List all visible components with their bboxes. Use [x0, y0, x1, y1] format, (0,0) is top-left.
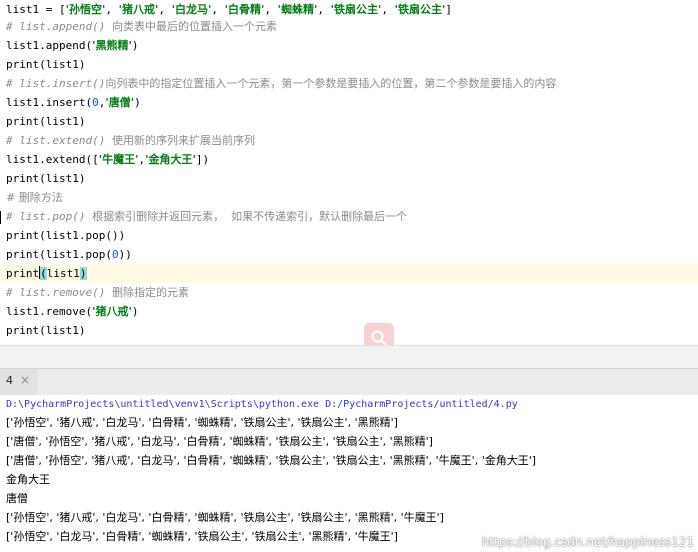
- code-line-print: print(list1): [6, 58, 86, 71]
- watermark-text: https://blog.csdn.net/happiness121: [481, 535, 694, 549]
- console-command-line[interactable]: D:\PycharmProjects\untitled\venv1\Script…: [6, 395, 518, 414]
- console-output-line: ['唐僧', '孙悟空', '猪八戒', '白龙马', '白骨精', '蜘蛛精'…: [6, 435, 433, 448]
- code-line-print: print(list1): [6, 172, 86, 185]
- console-output-line: ['唐僧', '孙悟空', '猪八戒', '白龙马', '白骨精', '蜘蛛精'…: [6, 454, 537, 467]
- run-tab[interactable]: 4 ×: [0, 369, 38, 395]
- code-line-append: list1.append('黑熊精'): [6, 39, 139, 52]
- code-line-remove: list1.remove('猪八戒'): [6, 305, 139, 318]
- gutter-caret: [0, 211, 1, 224]
- console-output-line: 金角大王: [6, 473, 50, 486]
- console-output-line: ['孙悟空', '白龙马', '白骨精', '蜘蛛精', '铁扇公主', '铁扇…: [6, 530, 398, 543]
- code-line-print: print(list1): [6, 115, 86, 128]
- code-comment-insert: # list.insert()向列表中的指定位置插入一个元素，第一个参数是要插入…: [6, 77, 557, 90]
- code-line-pop: print(list1.pop()): [6, 229, 126, 242]
- code-comment-remove: # list.remove() 删除指定的元素: [6, 286, 189, 299]
- console-output-line: ['孙悟空', '猪八戒', '白龙马', '白骨精', '蜘蛛精', '铁扇公…: [6, 416, 398, 429]
- code-line-extend: list1.extend(['牛魔王','金角大王']): [6, 153, 210, 166]
- panel-divider[interactable]: [0, 345, 698, 369]
- console-output-line: ['孙悟空', '猪八戒', '白龙马', '白骨精', '蜘蛛精', '铁扇公…: [6, 511, 444, 524]
- code-line-current: print(list1): [0, 264, 698, 283]
- code-editor[interactable]: list1 = ['孙悟空', '猪八戒', '白龙马', '白骨精', '蜘蛛…: [0, 0, 698, 345]
- code-comment-delete-methods: # 删除方法: [6, 191, 63, 204]
- code-line-print: print(list1): [6, 324, 86, 337]
- code-line-insert: list1.insert(0,'唐僧'): [6, 96, 141, 109]
- code-comment-pop: # list.pop() 根据索引删除并返回元素， 如果不传递索引，默认删除最后…: [6, 210, 408, 223]
- code-line-pop-index: print(list1.pop(0)): [6, 248, 132, 261]
- run-console[interactable]: D:\PycharmProjects\untitled\venv1\Script…: [0, 395, 698, 552]
- run-tool-window-tabbar: 4 ×: [0, 368, 698, 396]
- code-comment-append: # list.append() 向类表中最后的位置插入一个元素: [6, 20, 277, 33]
- console-output-line: 唐僧: [6, 492, 28, 505]
- close-icon[interactable]: ×: [20, 373, 30, 387]
- code-comment-extend: # list.extend() 使用新的序列来扩展当前序列: [6, 134, 255, 147]
- run-tab-label: 4: [6, 374, 13, 387]
